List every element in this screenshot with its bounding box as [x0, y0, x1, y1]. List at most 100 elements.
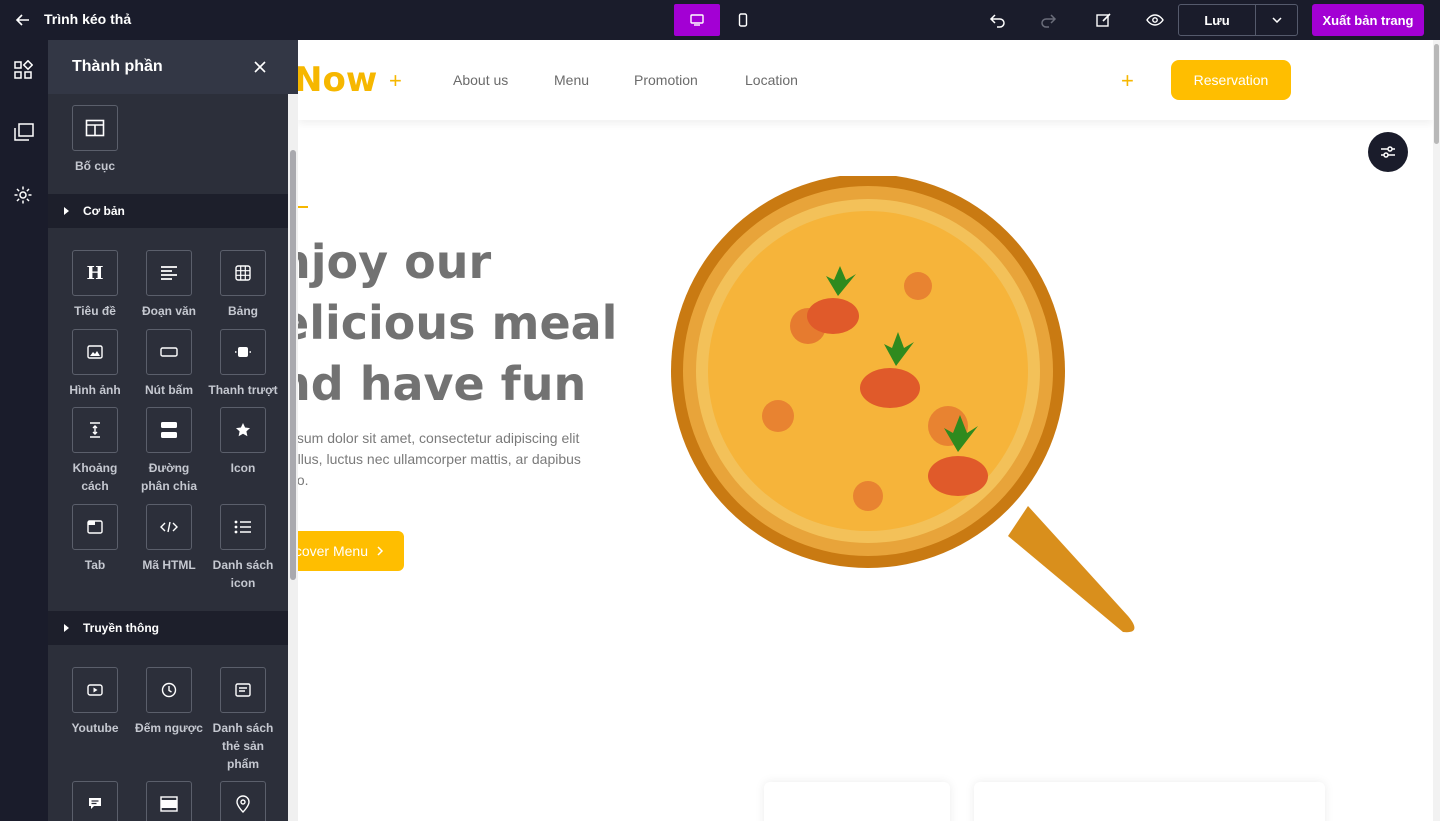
tile-icon[interactable]: Icon — [208, 407, 278, 477]
left-rail — [0, 40, 48, 821]
tile-html[interactable]: Mã HTML — [134, 504, 204, 574]
tile-label: Đếm ngược — [135, 721, 203, 735]
reservation-button[interactable]: Reservation — [1171, 60, 1291, 100]
hero-line: njoy our — [298, 235, 492, 289]
image-icon — [72, 329, 118, 375]
section-label: Cơ bản — [83, 204, 125, 218]
list-icon — [220, 504, 266, 550]
tile-label: Bảng — [228, 304, 258, 318]
tile-image[interactable]: Hình ảnh — [60, 329, 130, 399]
settings-gear-icon[interactable] — [13, 185, 35, 207]
tile-label: Tiêu đề — [74, 304, 116, 318]
section-basic[interactable]: Cơ bản — [48, 194, 288, 228]
comment-icon — [72, 781, 118, 821]
tile-button[interactable]: Nút bấm — [134, 329, 204, 399]
app-title: Trình kéo thả — [44, 11, 132, 27]
panel-title: Thành phần — [72, 58, 163, 75]
preview-eye-icon[interactable] — [1145, 10, 1165, 30]
star-icon — [220, 407, 266, 453]
divider-icon — [146, 407, 192, 453]
mobile-view-button[interactable] — [720, 4, 766, 36]
tile-label: Đường phân chia — [140, 461, 197, 493]
tile-label: Đoạn văn — [141, 304, 196, 318]
caret-right-icon — [64, 207, 69, 215]
tile-label: Nút bấm — [145, 383, 193, 397]
nav-link-promotion[interactable]: Promotion — [634, 72, 698, 88]
tile-tab[interactable]: Tab — [60, 504, 130, 574]
section-media[interactable]: Truyền thông — [48, 611, 288, 645]
tile-label: Mã HTML — [142, 558, 196, 572]
code-icon — [146, 504, 192, 550]
components-panel: Thành phần Bố cục Cơ bản H Tiêu đề Đoạn … — [48, 40, 298, 821]
tile-label: Danh sách icon — [212, 558, 274, 590]
clock-icon — [146, 667, 192, 713]
table-icon — [220, 250, 266, 296]
add-plus-icon[interactable]: + — [389, 68, 402, 94]
redo-icon[interactable] — [1038, 10, 1058, 30]
pages-icon[interactable] — [13, 122, 35, 144]
tile-paragraph[interactable]: Đoạn văn — [134, 250, 204, 320]
youtube-icon — [72, 667, 118, 713]
section-label: Truyền thông — [83, 621, 159, 635]
tile-label: Tab — [84, 558, 106, 572]
content-card[interactable] — [764, 782, 950, 821]
nav-link-menu[interactable]: Menu — [554, 72, 589, 88]
close-icon[interactable] — [252, 59, 268, 75]
tile-label: Youtube — [71, 721, 119, 735]
tile-product-cards[interactable]: Danh sách thẻ sản phẩm — [208, 667, 278, 773]
tile-map[interactable] — [208, 781, 278, 821]
tile-slider[interactable]: Thanh trượt — [208, 329, 278, 399]
hero-line: nd have fun — [298, 357, 587, 411]
panel-scrollbar-thumb[interactable] — [290, 150, 296, 580]
site-logo[interactable]: Now — [298, 60, 377, 100]
hero-line: elicious meal — [298, 296, 618, 350]
chevron-down-icon — [1271, 17, 1282, 23]
content-card[interactable] — [974, 782, 1325, 821]
product-card-icon — [220, 667, 266, 713]
edit-icon[interactable] — [1094, 10, 1114, 30]
save-button[interactable]: Lưu — [1179, 5, 1256, 35]
site-header[interactable]: Now + About us Menu Promotion Location +… — [298, 40, 1433, 120]
accent-line — [298, 206, 308, 208]
back-arrow-icon[interactable] — [14, 11, 32, 29]
publish-button[interactable]: Xuất bản trang — [1312, 4, 1424, 36]
tile-label: Thanh trượt — [208, 383, 278, 397]
components-icon[interactable] — [13, 59, 35, 82]
chevron-right-icon — [377, 546, 384, 556]
banner-icon — [146, 781, 192, 821]
map-pin-icon — [220, 781, 266, 821]
tile-table[interactable]: Bảng — [208, 250, 278, 320]
top-bar: Trình kéo thả Lưu Xuất bản trang — [0, 0, 1440, 40]
tile-youtube[interactable]: Youtube — [60, 667, 130, 737]
tile-label: Hình ảnh — [69, 383, 121, 397]
nav-link-about[interactable]: About us — [453, 72, 508, 88]
tile-divider[interactable]: Đường phân chia — [134, 407, 204, 495]
sliders-icon — [1381, 146, 1395, 158]
tile-layout[interactable]: Bố cục — [60, 105, 130, 175]
tab-icon — [72, 504, 118, 550]
canvas-scrollbar-thumb[interactable] — [1434, 44, 1439, 144]
caret-right-icon — [64, 624, 69, 632]
tile-icon-list[interactable]: Danh sách icon — [208, 504, 278, 592]
undo-icon[interactable] — [988, 10, 1008, 30]
tile-label: Icon — [230, 461, 256, 475]
tile-banner[interactable] — [134, 781, 204, 821]
pizza-image[interactable] — [668, 176, 1168, 636]
tile-countdown[interactable]: Đếm ngược — [134, 667, 204, 737]
section-settings-button[interactable] — [1368, 132, 1408, 172]
save-options-dropdown[interactable] — [1256, 5, 1297, 35]
desktop-view-button[interactable] — [674, 4, 720, 36]
button-icon — [146, 329, 192, 375]
tile-spacer[interactable]: Khoảng cách — [60, 407, 130, 495]
discover-menu-button[interactable]: cover Menu — [298, 531, 404, 571]
add-plus-icon[interactable]: + — [1121, 68, 1134, 94]
tile-comment[interactable] — [60, 781, 130, 821]
hero-title[interactable]: njoy our elicious meal nd have fun — [298, 232, 617, 415]
tile-label: Danh sách thẻ sản phẩm — [212, 721, 274, 771]
page-canvas[interactable]: Now + About us Menu Promotion Location +… — [298, 40, 1433, 821]
save-button-group: Lưu — [1178, 4, 1298, 36]
layout-icon — [72, 105, 118, 151]
tile-heading[interactable]: H Tiêu đề — [60, 250, 130, 320]
nav-link-location[interactable]: Location — [745, 72, 798, 88]
hero-description[interactable]: ipsum dolor sit amet, consectetur adipis… — [298, 428, 596, 491]
